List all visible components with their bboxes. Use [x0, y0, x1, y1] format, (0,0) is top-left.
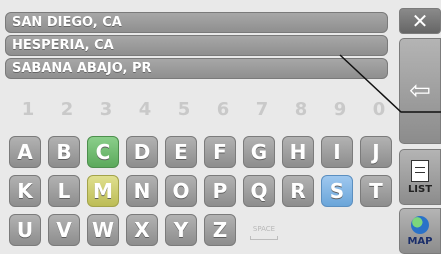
pointer-line	[339, 54, 441, 113]
pointer-line-path	[339, 54, 441, 113]
